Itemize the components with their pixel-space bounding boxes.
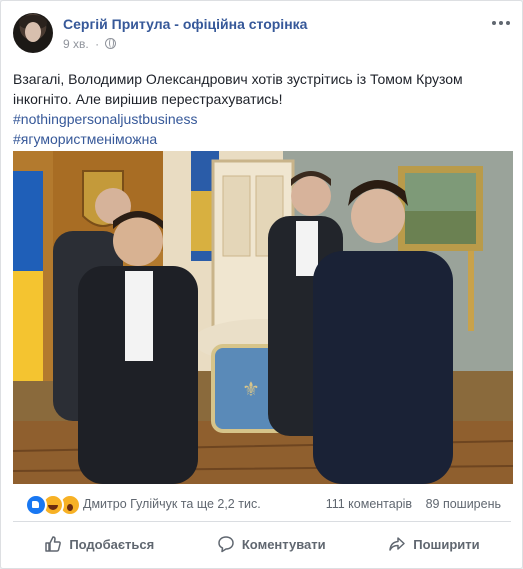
like-button-label: Подобається <box>69 536 155 552</box>
shares-count[interactable]: 89 поширень <box>426 497 501 511</box>
like-button[interactable]: Подобається <box>34 529 164 559</box>
engagement-counts: 111 коментарів 89 поширень <box>326 497 501 511</box>
thumbs-up-icon <box>45 536 62 552</box>
more-options-icon[interactable] <box>491 15 511 31</box>
comment-button-label: Коментувати <box>241 536 326 552</box>
author-name[interactable]: Сергій Притула - офіційна сторінка <box>63 16 307 32</box>
svg-text:⚜: ⚜ <box>242 377 260 401</box>
post-text: Взагалі, Володимир Олександрович хотів з… <box>13 69 513 149</box>
share-icon <box>389 537 405 551</box>
post-actions: Подобається Коментувати Поширити <box>13 528 511 560</box>
post-header: Сергій Притула - офіційна сторінка 9 хв.… <box>13 13 511 57</box>
hashtag-link[interactable]: #nothingpersonaljustbusiness <box>13 109 513 129</box>
actions-divider <box>13 521 511 522</box>
post-meta: 9 хв. · <box>63 37 117 51</box>
post-text-line: Взагалі, Володимир Олександрович хотів з… <box>13 71 463 87</box>
post-text-line: інкогніто. Але вирішив перестрахуватись! <box>13 91 283 107</box>
hashtag-link[interactable]: #ягумористменіможна <box>13 129 513 149</box>
comment-icon <box>218 536 234 553</box>
share-button-label: Поширити <box>413 536 480 552</box>
post-timestamp[interactable]: 9 хв. <box>63 37 89 51</box>
meta-separator: · <box>95 37 100 51</box>
reactions-bar: Дмитро Гулійчук та ще 2,2 тис. 111 комен… <box>13 494 513 516</box>
post-photo[interactable]: ⚜ <box>13 151 513 484</box>
globe-icon[interactable] <box>105 38 117 49</box>
feed-post: Сергій Притула - офіційна сторінка 9 хв.… <box>0 0 523 569</box>
like-reaction-icon <box>25 494 47 516</box>
reaction-icons[interactable] <box>25 494 81 516</box>
comments-count[interactable]: 111 коментарів <box>326 497 412 511</box>
comment-button[interactable]: Коментувати <box>207 529 336 559</box>
author-avatar[interactable] <box>13 13 53 53</box>
reaction-names[interactable]: Дмитро Гулійчук та ще 2,2 тис. <box>83 497 261 511</box>
share-button[interactable]: Поширити <box>378 529 489 559</box>
